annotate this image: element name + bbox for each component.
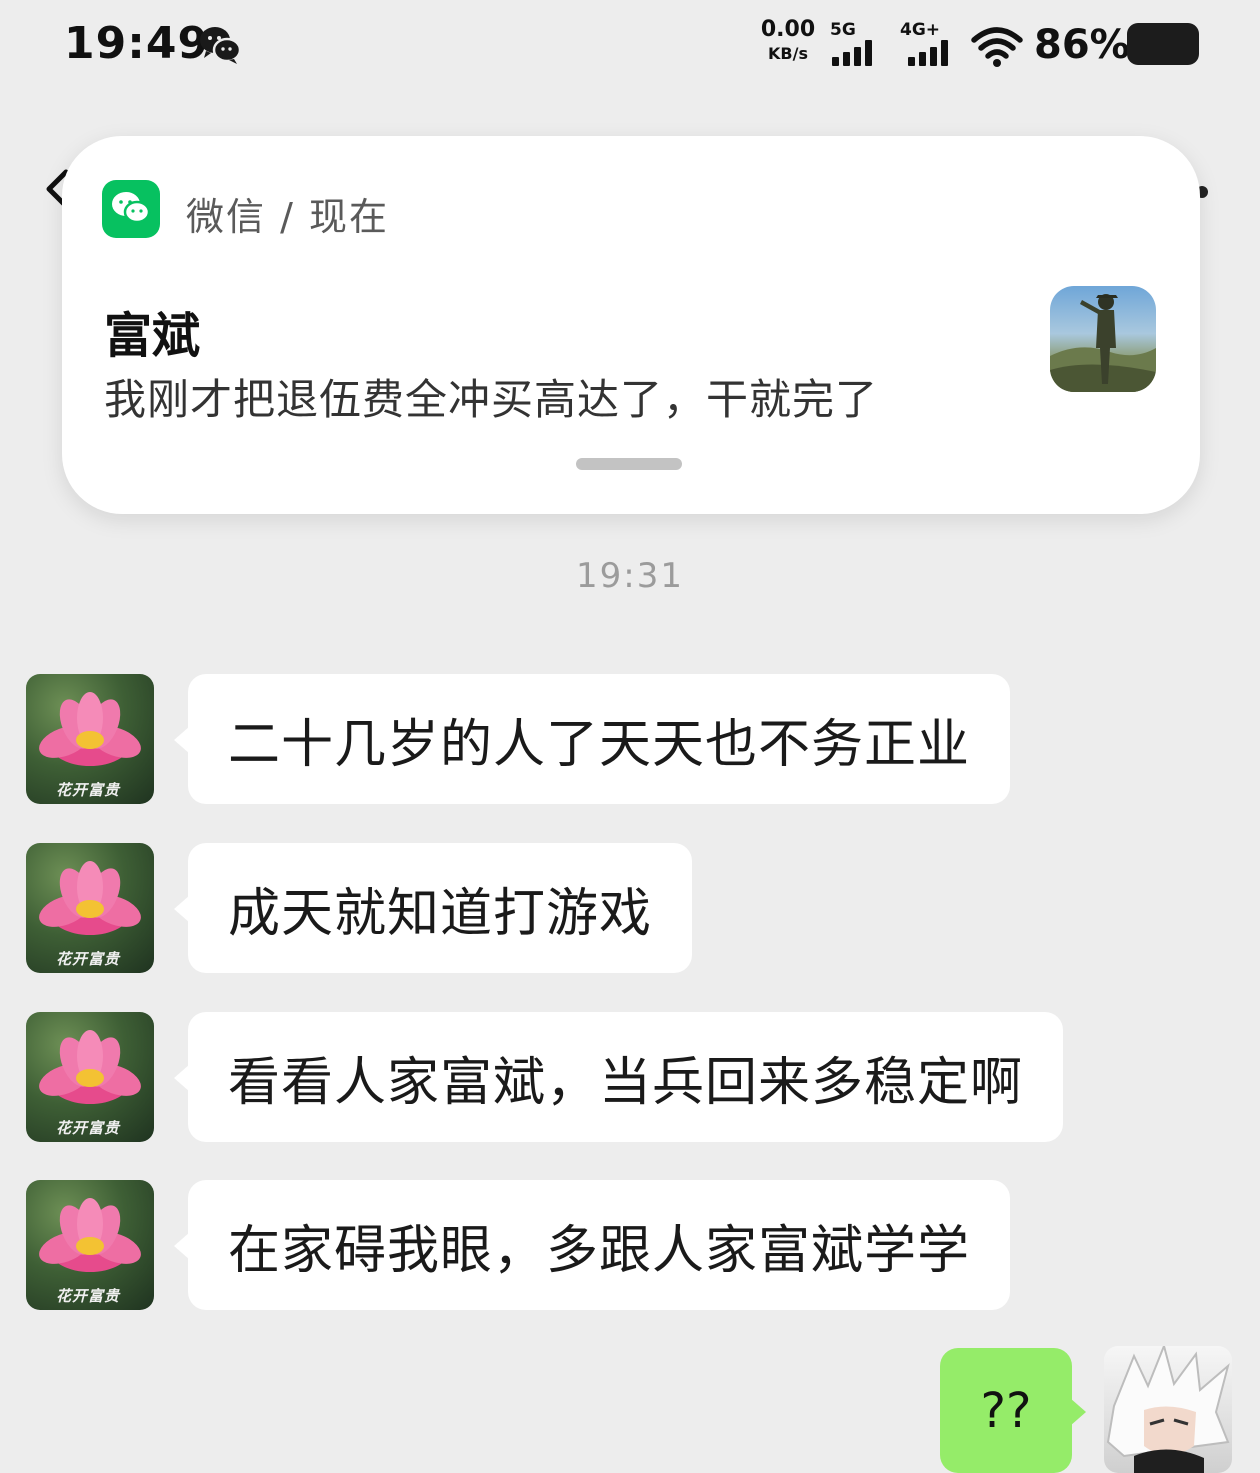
incoming-message-bubble[interactable]: 在家碍我眼，多跟人家富斌学学 [173,1180,1011,1310]
avatar-caption: 花开富贵 [56,950,121,968]
battery-percent: 86% [1034,22,1130,68]
lotus-avatar[interactable]: 花开富贵 [26,843,154,973]
chat-timestamp: 19:31 [576,556,684,596]
my-avatar[interactable] [1104,1346,1232,1473]
battery-icon [1127,23,1199,65]
outgoing-message-bubble[interactable]: ?? [940,1348,1086,1473]
network-speed-unit: KB/s [768,44,808,63]
sender-avatar [1050,286,1156,392]
avatar-caption: 花开富贵 [56,1287,121,1305]
notification-drag-handle[interactable] [576,458,682,470]
status-bar: 19:49 0.00 KB/s 5G 4G+ 86% [0,0,1260,95]
avatar-caption: 花开富贵 [56,1119,121,1137]
wechat-status-icon [200,27,242,64]
notification-card[interactable]: 微信 / 现在 富斌 我刚才把退伍费全冲买高达了，干就完了 [62,136,1200,514]
incoming-message-bubble[interactable]: 成天就知道打游戏 [173,843,693,973]
signal-4g-icon: 4G+ [900,20,956,68]
wechat-icon [102,180,160,238]
network-speed-value: 0.00 [760,17,816,42]
incoming-message-row: 花开富贵 二十几岁的人了天天也不务正业 [0,674,1260,806]
lotus-avatar[interactable]: 花开富贵 [26,1180,154,1310]
incoming-message-bubble[interactable]: 看看人家富斌，当兵回来多稳定啊 [173,1012,1064,1142]
signal-4g-label: 4G+ [900,20,941,40]
incoming-message-row: 花开富贵 看看人家富斌，当兵回来多稳定啊 [0,1012,1260,1144]
notification-message: 我刚才把退伍费全冲买高达了，干就完了 [104,375,879,424]
wifi-icon [971,27,1023,67]
signal-5g-label: 5G [830,20,856,40]
signal-5g-icon: 5G [830,20,886,68]
notification-source: 微信 / 现在 [186,195,389,239]
notification-sender: 富斌 [104,308,201,364]
incoming-message-row: 花开富贵 成天就知道打游戏 [0,843,1260,975]
incoming-message-bubble[interactable]: 二十几岁的人了天天也不务正业 [173,674,1011,804]
lotus-avatar[interactable]: 花开富贵 [26,1012,154,1142]
lotus-avatar[interactable]: 花开富贵 [26,674,154,804]
status-time: 19:49 [64,18,210,69]
avatar-caption: 花开富贵 [56,781,121,799]
incoming-message-row: 花开富贵 在家碍我眼，多跟人家富斌学学 [0,1180,1260,1312]
network-speed: 0.00 KB/s [760,18,816,66]
